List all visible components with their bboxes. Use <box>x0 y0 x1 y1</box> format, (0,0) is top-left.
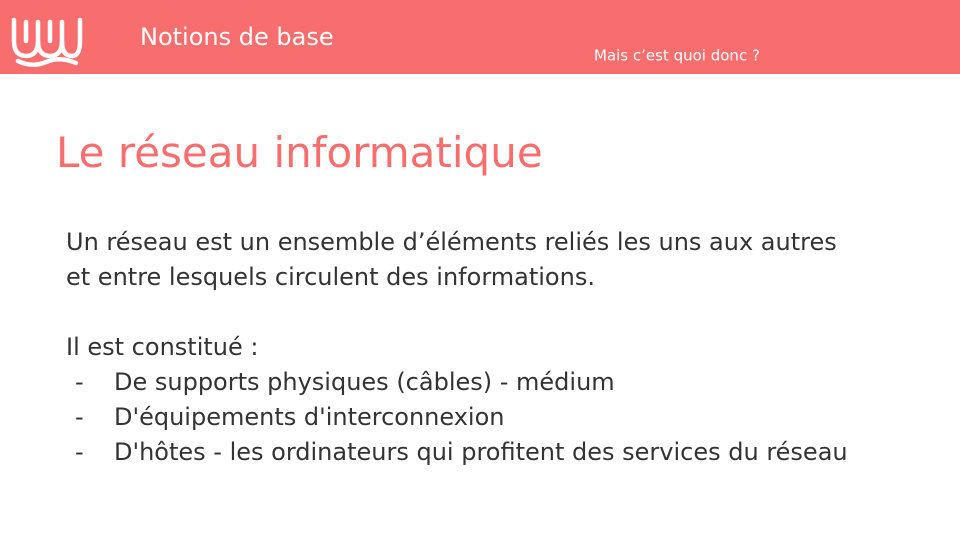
list-item: - D'équipements d'interconnexion <box>66 400 946 435</box>
dash-bullet-icon: - <box>75 438 84 466</box>
definition-line-1: Un réseau est un ensemble d’éléments rel… <box>66 228 837 256</box>
list-item-text: De supports physiques (câbles) - médium <box>114 368 615 396</box>
section-title: Notions de base <box>140 23 334 51</box>
list-item-text: D'hôtes - les ordinateurs qui profitent … <box>114 438 848 466</box>
list-intro: Il est constitué : <box>66 333 259 361</box>
header-bar: Notions de base Mais c’est quoi donc ? <box>0 0 960 74</box>
list-item: - D'hôtes - les ordinateurs qui profiten… <box>66 435 946 470</box>
list-item: - De supports physiques (câbles) - médiu… <box>66 365 946 400</box>
dash-bullet-icon: - <box>75 368 84 396</box>
wave-logo-icon <box>11 17 83 67</box>
definition-line-2: et entre lesquels circulent des informat… <box>66 263 595 291</box>
slide-body: Un réseau est un ensemble d’éléments rel… <box>66 225 946 470</box>
components-list: - De supports physiques (câbles) - médiu… <box>66 365 946 470</box>
dash-bullet-icon: - <box>75 403 84 431</box>
list-item-text: D'équipements d'interconnexion <box>114 403 505 431</box>
slide-title: Le réseau informatique <box>56 128 543 177</box>
section-subtitle: Mais c’est quoi donc ? <box>594 46 760 65</box>
